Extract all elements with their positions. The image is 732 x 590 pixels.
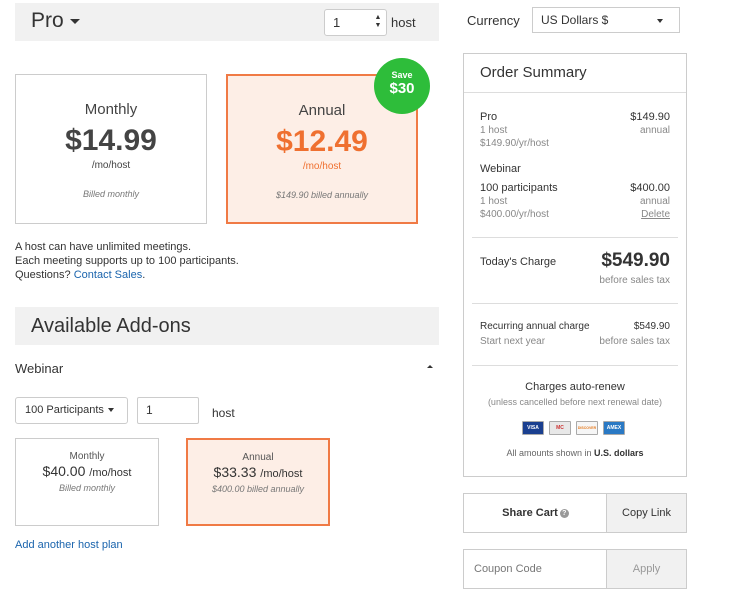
summary-webinar-participants: 100 participants	[480, 182, 558, 194]
currency-note: All amounts shown in U.S. dollars	[464, 448, 686, 458]
todays-before-tax: before sales tax	[599, 275, 670, 286]
recurring-amount: $549.90	[633, 321, 670, 332]
currency-note-currency: U.S. dollars	[594, 448, 644, 458]
coupon-code-input[interactable]: Coupon Code	[464, 550, 606, 588]
summary-webinar-hosts: 1 host	[480, 196, 508, 207]
currency-value: US Dollars $	[541, 13, 609, 27]
spinner-arrows-icon[interactable]: ▲ ▼	[374, 14, 382, 30]
annual-billed: $149.90 billed annually	[275, 190, 369, 200]
mastercard-icon: MC	[549, 421, 571, 435]
info-line-1: A host can have unlimited meetings.	[15, 241, 192, 253]
monthly-price: $14.99	[65, 124, 157, 157]
divider	[472, 303, 678, 304]
card-logos: VISA MC DISCOVER AMEX	[522, 421, 625, 437]
addons-title: Available Add-ons	[31, 315, 191, 337]
participants-value: 100 Participants	[25, 404, 104, 416]
apply-coupon-button[interactable]: Apply	[606, 550, 686, 588]
discover-card-icon: DISCOVER	[576, 421, 598, 435]
webinar-quantity-input[interactable]: 1	[137, 397, 199, 424]
chevron-down-icon	[657, 19, 663, 23]
info-period: .	[142, 269, 146, 281]
host-quantity-stepper[interactable]: 1 ▲ ▼	[324, 9, 387, 36]
monthly-label: Monthly	[84, 101, 138, 118]
annual-price: $12.49	[276, 125, 368, 158]
webinar-monthly-card[interactable]: Monthly $40.00 /mo/host Billed monthly	[15, 438, 159, 526]
participants-dropdown[interactable]: 100 Participants	[15, 397, 128, 424]
webinar-section-toggle[interactable]: Webinar	[15, 361, 63, 376]
currency-label: Currency	[467, 13, 520, 28]
annual-unit: /mo/host	[302, 161, 342, 172]
save-badge-amount: $30	[389, 80, 415, 97]
order-summary-title: Order Summary	[480, 64, 587, 81]
webinar-annual-price: $33.33	[213, 464, 257, 480]
summary-pro-period: annual	[639, 125, 670, 136]
host-label: host	[391, 15, 416, 30]
summary-webinar-price: $400.00	[630, 182, 670, 194]
add-host-plan-link[interactable]: Add another host plan	[15, 539, 123, 551]
plan-info-text: A host can have unlimited meetings. Each…	[15, 240, 239, 282]
monthly-billed: Billed monthly	[82, 189, 140, 199]
delete-webinar-link[interactable]: Delete	[600, 209, 670, 220]
host-quantity-value: 1	[333, 15, 341, 30]
currency-dropdown[interactable]: US Dollars $	[532, 7, 680, 33]
chevron-down-icon	[69, 18, 80, 24]
info-line-3: Questions? Contact Sales.	[15, 268, 239, 282]
webinar-annual-card[interactable]: Annual $33.33 /mo/host $400.00 billed an…	[186, 438, 330, 526]
plan-selector[interactable]: Pro	[31, 9, 80, 33]
save-badge: Save $30	[374, 58, 430, 114]
recurring-label: Recurring annual charge	[480, 321, 590, 332]
info-line-2: Each meeting supports up to 100 particip…	[15, 255, 239, 267]
webinar-monthly-unit: /mo/host	[89, 467, 132, 479]
chevron-up-icon[interactable]	[427, 365, 433, 368]
share-cart-button[interactable]: Share Cart?	[464, 494, 607, 532]
share-cart-label: Share Cart	[502, 507, 558, 519]
webinar-monthly-price: $40.00	[42, 463, 86, 479]
save-badge-label: Save	[391, 70, 413, 80]
summary-webinar-name: Webinar	[480, 163, 521, 175]
recurring-start: Start next year	[480, 336, 546, 347]
webinar-monthly-price-line: $40.00 /mo/host	[16, 463, 158, 479]
auto-renew-title: Charges auto-renew	[525, 381, 625, 393]
divider	[472, 237, 678, 238]
copy-link-button[interactable]: Copy Link	[606, 494, 686, 532]
plan-name: Pro	[31, 9, 64, 32]
webinar-host-label: host	[212, 406, 235, 420]
currency-note-prefix: All amounts shown in	[506, 448, 595, 458]
webinar-annual-billed: $400.00 billed annually	[211, 484, 305, 494]
summary-pro-hosts: 1 host	[480, 125, 508, 136]
summary-pro-rate: $149.90/yr/host	[480, 138, 549, 149]
chevron-down-icon	[107, 408, 114, 413]
visa-card-icon: VISA	[522, 421, 544, 435]
amex-card-icon: AMEX	[603, 421, 625, 435]
webinar-monthly-billed: Billed monthly	[58, 483, 116, 493]
monthly-unit: /mo/host	[91, 160, 131, 171]
monthly-plan-card[interactable]: Monthly $14.99 /mo/host Billed monthly	[15, 74, 207, 224]
todays-charge-label: Today's Charge	[480, 256, 557, 268]
divider	[472, 365, 678, 366]
todays-charge-amount: $549.90	[601, 250, 670, 271]
webinar-monthly-label: Monthly	[69, 451, 105, 462]
auto-renew-note: (unless cancelled before next renewal da…	[487, 397, 663, 407]
divider	[464, 92, 686, 93]
summary-pro-price: $149.90	[630, 111, 670, 123]
help-icon[interactable]: ?	[559, 508, 569, 518]
webinar-annual-price-line: $33.33 /mo/host	[188, 464, 328, 480]
recurring-before-tax: before sales tax	[599, 336, 670, 347]
questions-text: Questions?	[15, 269, 71, 281]
webinar-annual-unit: /mo/host	[260, 468, 303, 480]
contact-sales-link[interactable]: Contact Sales	[74, 269, 142, 281]
summary-pro-name: Pro	[480, 111, 498, 123]
summary-webinar-period: annual	[639, 196, 670, 207]
summary-webinar-rate: $400.00/yr/host	[480, 209, 549, 220]
webinar-annual-label: Annual	[242, 452, 274, 463]
